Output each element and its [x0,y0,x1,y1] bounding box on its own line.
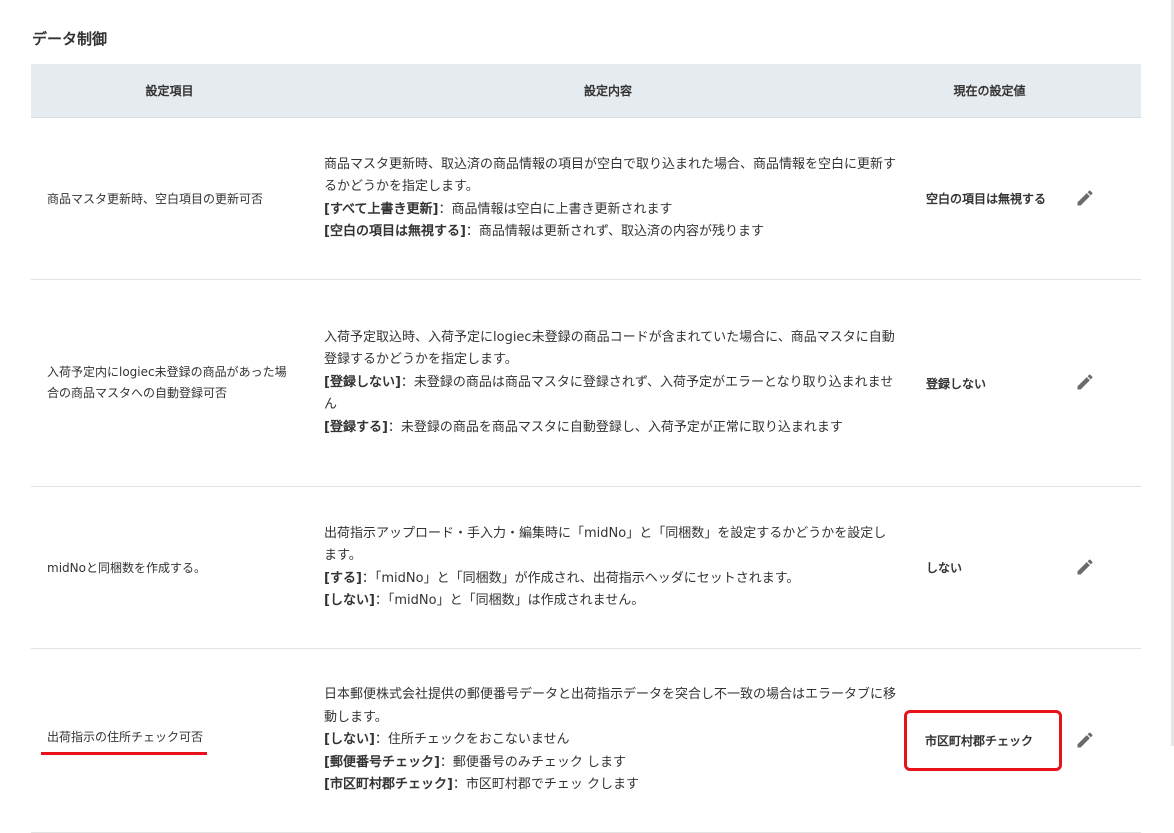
setting-name-cell: midNoと同梱数を作成する。 [31,486,308,649]
current-value-cell: 登録しない [908,279,1071,487]
edit-button[interactable] [1073,186,1097,210]
setting-name-cell: 出荷指示の住所チェック可否 [31,648,308,833]
setting-description-cell: 日本郵便株式会社提供の郵便番号データと出荷指示データを突合し不一致の場合はエラー… [308,648,908,833]
option-label: [空白の項目は無視する] [324,224,466,239]
option-text: ：住所チェックをおこないません [374,732,570,748]
option-text: ：市区町村郡でチェッ クします [452,777,640,793]
setting-description-cell: 出荷指示アップロード・手入力・編集時に「midNo」と「同梱数」を設定するかどう… [308,486,908,649]
edit-cell [1071,279,1141,487]
current-value: しない [926,561,963,575]
edit-button[interactable] [1073,555,1097,579]
option-line: [空白の項目は無視する]：商品情報は更新されず、取込済の内容が残ります [324,221,896,244]
option-line: [しない]：「midNo」と「同梱数」は作成されません。 [324,590,896,613]
pencil-icon [1077,374,1093,390]
edit-cell [1071,648,1141,833]
option-line: [市区町村郡チェック]：市区町村郡でチェッ クします [324,774,896,797]
option-label: [しない] [324,732,375,748]
setting-name: midNoと同梱数を作成する。 [47,560,206,575]
table-header-row: 設定項目 設定内容 現在の設定値 [31,64,1141,118]
option-text: ：未登録の商品は商品マスタに登録されず、入荷予定がエラーとなり取り込まれません [324,374,894,413]
pencil-icon [1077,731,1093,747]
edit-button[interactable] [1073,370,1097,394]
setting-description: 日本郵便株式会社提供の郵便番号データと出荷指示データを突合し不一致の場合はエラー… [324,687,897,725]
option-label: [しない] [324,593,375,608]
option-text: ：未登録の商品を商品マスタに自動登録し、入荷予定が正常に取り込まれます [387,419,843,435]
column-header-actions [1071,64,1141,118]
edit-button[interactable] [1073,728,1097,752]
table-row: 出荷指示の住所チェック可否 日本郵便株式会社提供の郵便番号データと出荷指示データ… [31,648,1141,833]
setting-name: 商品マスタ更新時、空白項目の更新可否 [47,191,264,206]
setting-name: 入荷予定内にlogiec未登録の商品があった場合の商品マスタへの自動登録可否 [47,365,287,400]
current-value: 登録しない [926,376,987,391]
current-value-cell: しない [908,486,1071,649]
setting-name-cell: 商品マスタ更新時、空白項目の更新可否 [31,117,308,280]
current-value-cell: 空白の項目は無視する [908,117,1071,280]
option-line: [すべて上書き更新]：商品情報は空白に上書き更新されます [324,199,896,222]
setting-description: 出荷指示アップロード・手入力・編集時に「midNo」と「同梱数」を設定するかどう… [324,525,887,564]
setting-name-highlighted: 出荷指示の住所チェック可否 [41,727,208,755]
option-label: [登録する] [324,419,388,435]
setting-description-cell: 入荷予定取込時、入荷予定にlogiec未登録の商品コードが含まれていた場合に、商… [308,279,908,487]
current-value: 空白の項目は無視する [926,192,1047,206]
setting-description: 商品マスタ更新時、取込済の商品情報の項目が空白で取り込まれた場合、商品情報を空白… [324,156,897,195]
option-line: [しない]：住所チェックをおこないません [324,729,896,752]
table-row: 商品マスタ更新時、空白項目の更新可否 商品マスタ更新時、取込済の商品情報の項目が… [31,117,1141,280]
pencil-icon [1077,189,1093,205]
option-label: [郵便番号チェック] [324,754,440,770]
edit-cell [1071,486,1141,649]
option-label: [登録しない] [324,374,401,390]
current-value-cell: 市区町村郡チェック [904,648,1071,833]
option-text: ：郵便番号のみチェック します [439,754,627,770]
option-label: [市区町村郡チェック] [324,777,453,793]
option-label: [する] [324,570,362,586]
column-header-content: 設定内容 [308,64,908,118]
option-text: ：商品情報は空白に上書き更新されます [438,201,673,217]
option-text: ：商品情報は更新されず、取込済の内容が残ります [465,224,764,239]
option-label: [すべて上書き更新] [324,201,439,217]
section-title: データ制御 [32,30,108,48]
table-row: midNoと同梱数を作成する。 出荷指示アップロード・手入力・編集時に「midN… [31,486,1141,649]
setting-name-cell: 入荷予定内にlogiec未登録の商品があった場合の商品マスタへの自動登録可否 [31,279,308,487]
setting-description: 入荷予定取込時、入荷予定にlogiec未登録の商品コードが含まれていた場合に、商… [324,329,895,368]
setting-description-cell: 商品マスタ更新時、取込済の商品情報の項目が空白で取り込まれた場合、商品情報を空白… [308,117,908,280]
option-text: ：「midNo」と「同梱数」は作成されません。 [374,593,645,608]
current-value-highlighted: 市区町村郡チェック [904,710,1063,771]
pencil-icon [1077,558,1093,574]
option-text: ：「midNo」と「同梱数」が作成され、出荷指示ヘッダにセットされます。 [361,570,800,586]
data-control-table: 設定項目 設定内容 現在の設定値 商品マスタ更新時、空白項目の更新可否 商品マス… [31,64,1141,833]
option-line: [登録しない]：未登録の商品は商品マスタに登録されず、入荷予定がエラーとなり取り… [324,372,896,417]
edit-cell [1071,117,1141,280]
table-row: 入荷予定内にlogiec未登録の商品があった場合の商品マスタへの自動登録可否 入… [31,279,1141,487]
option-line: [登録する]：未登録の商品を商品マスタに自動登録し、入荷予定が正常に取り込まれま… [324,417,896,440]
column-header-value: 現在の設定値 [908,64,1071,118]
column-header-item: 設定項目 [31,64,308,118]
option-line: [郵便番号チェック]：郵便番号のみチェック します [324,752,896,775]
option-line: [する]：「midNo」と「同梱数」が作成され、出荷指示ヘッダにセットされます。 [324,568,896,591]
